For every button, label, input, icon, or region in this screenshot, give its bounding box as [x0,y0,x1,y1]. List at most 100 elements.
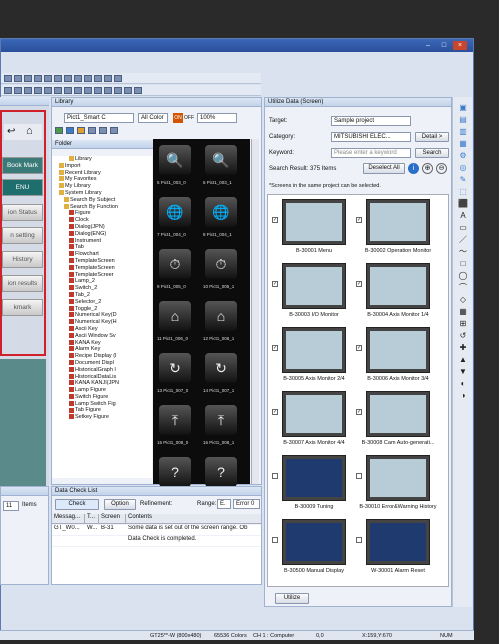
tree-item[interactable]: KANA KANJI(JPN [52,380,152,387]
tool-icon[interactable] [134,86,142,94]
tree-item[interactable]: Dialog(ENG) [52,231,152,238]
tree-item[interactable]: Document Displ [52,360,152,367]
tool-icon[interactable] [24,74,32,82]
screen-checkbox[interactable] [272,537,278,543]
minimize-button[interactable]: – [421,41,435,50]
tool-icon[interactable] [114,74,122,82]
tool-icon[interactable] [34,86,42,94]
tool-icon[interactable] [14,74,22,82]
draw-tool-icon[interactable]: ▲ [457,355,469,365]
draw-tool-icon[interactable]: ⚙ [457,151,469,161]
tree-item[interactable]: Flowchart [52,251,152,258]
tree-item[interactable]: Search By Subject [52,197,152,204]
tree-item[interactable]: Toggle_2 [52,306,152,313]
draw-tool-icon[interactable]: ⬚ [457,187,469,197]
close-button[interactable]: × [453,41,467,50]
sidebar-item-setting[interactable]: n setting [2,227,43,244]
screen-checkbox[interactable]: ✓ [356,345,362,351]
screen-thumbnail[interactable] [366,519,430,565]
home-icon[interactable]: ⌂ [205,301,237,331]
tool-icon[interactable] [114,86,122,94]
screen-thumbnail[interactable] [366,455,430,501]
tree-item[interactable]: Lamp Switch Fig [52,401,152,408]
screen-checkbox[interactable]: ✓ [272,281,278,287]
tree-item[interactable]: Ascii Window Sv [52,333,152,340]
screen-thumbnail[interactable] [366,327,430,373]
tool-icon[interactable] [94,86,102,94]
target-select[interactable]: Sample project [331,116,411,126]
zoom-out-icon[interactable]: ⊖ [436,163,447,174]
zoom-icon[interactable]: 🔍 [159,145,191,175]
view-icon[interactable] [110,127,118,134]
refresh-icon[interactable]: ↻ [159,353,191,383]
screen-thumbnail[interactable] [366,391,430,437]
home-icon[interactable]: ⌂ [159,301,191,331]
tool-icon[interactable] [14,86,22,94]
home-icon[interactable]: ⌂ [26,125,33,137]
screen-thumbnail[interactable] [282,519,346,565]
tool-icon[interactable] [4,86,12,94]
tree-item[interactable]: Lamp_2 [52,278,152,285]
draw-tool-icon[interactable]: □ [457,259,469,269]
deselect-all-button[interactable]: Deselect All [363,163,405,174]
tool-icon[interactable] [84,74,92,82]
refresh-icon[interactable] [55,127,63,134]
zoom-in-icon[interactable]: ⊕ [422,163,433,174]
screen-checkbox[interactable]: ✓ [356,281,362,287]
draw-tool-icon[interactable]: ⊞ [457,319,469,329]
search-button[interactable]: Search [415,148,449,158]
tree-item[interactable]: Tab_2 [52,292,152,299]
globe-icon[interactable]: 🌐 [205,197,237,227]
draw-tool-icon[interactable]: ✚ [457,343,469,353]
tool-icon[interactable] [94,74,102,82]
tree-item[interactable]: Switch_2 [52,285,152,292]
tool-icon[interactable] [54,74,62,82]
draw-tool-icon[interactable]: ◯ [457,271,469,281]
screen-thumbnail[interactable] [282,327,346,373]
utilize-button[interactable]: Utilize [275,593,309,604]
tool-icon[interactable] [74,74,82,82]
tool-icon[interactable] [84,86,92,94]
draw-tool-icon[interactable]: ⌒ [457,283,469,293]
draw-tool-icon[interactable]: ▦ [457,307,469,317]
sidebar-item-bookmark2[interactable]: kmark [2,299,43,316]
tool-icon[interactable] [54,86,62,94]
tree-item[interactable]: System Library [52,190,152,197]
screen-checkbox[interactable] [272,473,278,479]
tree-item[interactable]: KANA Key [52,340,152,347]
library-scrollbar[interactable] [251,139,259,484]
draw-tool-icon[interactable]: ▼ [457,367,469,377]
tool-icon[interactable] [44,74,52,82]
draw-tool-icon[interactable]: ／ [457,235,469,245]
tree-item[interactable]: Library [52,156,152,163]
tool-icon[interactable] [44,86,52,94]
clock-icon[interactable]: ⏱ [159,249,191,279]
sidebar-item-bookmark[interactable]: Book Mark [2,157,43,174]
on-toggle[interactable]: ON [173,113,183,123]
tree-item[interactable]: My Library [52,183,152,190]
screen-thumbnail[interactable] [282,263,346,309]
draw-tool-icon[interactable]: A [457,211,469,221]
col-screen[interactable]: Screen [99,514,126,523]
tool-icon[interactable] [64,74,72,82]
sidebar-item-history[interactable]: History [2,251,43,268]
back-arrow-icon[interactable]: ↩ [7,126,15,137]
tool-icon[interactable] [74,86,82,94]
draw-tool-icon[interactable]: ◎ [457,163,469,173]
screen-thumbnail[interactable] [282,391,346,437]
tree-item[interactable]: TemplateScreen [52,258,152,265]
tree-item[interactable]: Ascii Key [52,326,152,333]
clock-icon[interactable]: ⏱ [205,249,237,279]
help-icon[interactable]: ? [205,457,237,487]
screen-thumbnail[interactable] [282,455,346,501]
tool-icon[interactable] [104,74,112,82]
col-message[interactable]: Messag... [52,514,85,523]
tree-item[interactable]: Instrument [52,238,152,245]
tree-item[interactable]: Figure [52,210,152,217]
tree-item[interactable]: Clock [52,217,152,224]
refresh-icon[interactable]: ↻ [205,353,237,383]
tree-item[interactable]: Tab Figure [52,407,152,414]
add-icon[interactable] [66,127,74,134]
draw-tool-icon[interactable]: ▭ [457,223,469,233]
tree-item[interactable]: My Favorites [52,176,152,183]
